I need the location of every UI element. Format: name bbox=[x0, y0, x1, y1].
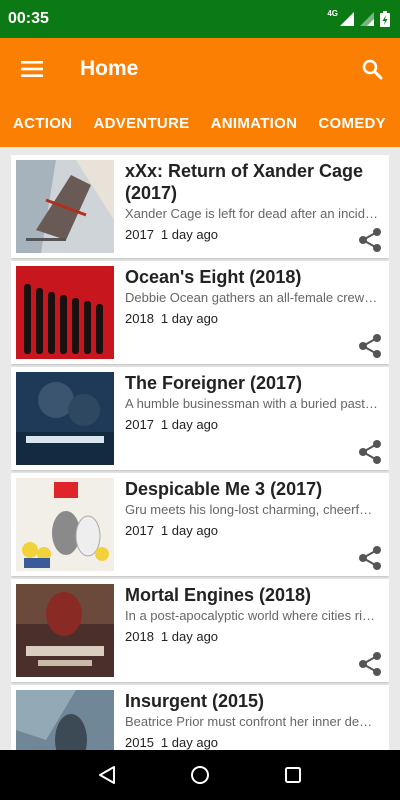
movie-year: 2017 bbox=[125, 227, 154, 242]
share-icon[interactable] bbox=[357, 439, 383, 465]
tab-adventure[interactable]: ADVENTURE bbox=[93, 115, 189, 132]
status-icons: 4G bbox=[327, 8, 390, 27]
movie-list[interactable]: xXx: Return of Xander Cage (2017) Xander… bbox=[11, 155, 389, 750]
posted-time: 1 day ago bbox=[160, 417, 219, 432]
movie-title: xXx: Return of Xander Cage (2017) bbox=[125, 161, 364, 203]
system-nav-bar bbox=[0, 750, 400, 800]
home-circle-icon bbox=[190, 766, 209, 784]
movie-card[interactable]: xXx: Return of Xander Cage (2017) Xander… bbox=[11, 155, 389, 258]
movie-poster bbox=[16, 690, 114, 750]
movie-card[interactable]: The Foreigner (2017) A humble businessma… bbox=[11, 367, 389, 470]
movie-card[interactable]: Mortal Engines (2018) In a post-apocalyp… bbox=[11, 579, 389, 682]
movie-title: Insurgent (2015) bbox=[125, 691, 265, 711]
signal-weak-icon bbox=[360, 12, 374, 26]
movie-year: 2018 bbox=[125, 311, 154, 326]
movie-poster bbox=[16, 478, 114, 571]
movie-description: Xander Cage is left for dead after an in… bbox=[125, 206, 379, 221]
app-bar: Home bbox=[0, 38, 400, 100]
share-icon[interactable] bbox=[357, 651, 383, 677]
movie-year: 2017 bbox=[125, 523, 154, 538]
movie-poster bbox=[16, 266, 114, 359]
tab-animation[interactable]: ANIMATION bbox=[211, 115, 298, 132]
back-button[interactable] bbox=[87, 755, 127, 795]
movie-description: A humble businessman with a buried past … bbox=[125, 396, 379, 411]
movie-poster bbox=[16, 584, 114, 677]
posted-time: 1 day ago bbox=[160, 311, 219, 326]
movie-card[interactable]: Ocean's Eight (2018) Debbie Ocean gather… bbox=[11, 261, 389, 364]
movie-description: Debbie Ocean gathers an all-female crew … bbox=[125, 290, 379, 305]
status-time: 00:35 bbox=[8, 10, 49, 27]
movie-title: Ocean's Eight (2018) bbox=[125, 267, 302, 287]
movie-title: Mortal Engines (2018) bbox=[125, 585, 312, 605]
status-bar: 00:35 4G bbox=[0, 0, 400, 38]
search-icon bbox=[362, 59, 382, 79]
back-triangle-icon bbox=[98, 766, 115, 784]
movie-poster bbox=[16, 372, 114, 465]
home-button[interactable] bbox=[180, 755, 220, 795]
tab-comedy[interactable]: COMEDY bbox=[318, 115, 386, 132]
movie-description: In a post-apocalyptic world where cities… bbox=[125, 608, 379, 623]
movie-poster bbox=[16, 160, 114, 253]
battery-charging-icon bbox=[380, 11, 390, 27]
movie-card[interactable]: Despicable Me 3 (2017) Gru meets his lon… bbox=[11, 473, 389, 576]
movie-year: 2015 bbox=[125, 735, 154, 750]
posted-time: 1 day ago bbox=[160, 227, 219, 242]
recents-button[interactable] bbox=[273, 755, 313, 795]
posted-time: 1 day ago bbox=[160, 629, 219, 644]
movie-year: 2018 bbox=[125, 629, 154, 644]
tab-action[interactable]: ACTION bbox=[13, 115, 72, 132]
share-icon[interactable] bbox=[357, 227, 383, 253]
page-title: Home bbox=[80, 57, 139, 80]
recents-square-icon bbox=[285, 767, 302, 783]
movie-description: Gru meets his long-lost charming, cheerf… bbox=[125, 502, 379, 517]
movie-year: 2017 bbox=[125, 417, 154, 432]
movie-title: The Foreigner (2017) bbox=[125, 373, 303, 393]
share-icon[interactable] bbox=[357, 333, 383, 359]
movie-card[interactable]: Insurgent (2015) Beatrice Prior must con… bbox=[11, 685, 389, 750]
category-tab-bar: ACTION ADVENTURE ANIMATION COMEDY bbox=[0, 100, 400, 147]
network-type-label: 4G bbox=[327, 8, 338, 18]
menu-button[interactable] bbox=[0, 38, 64, 100]
movie-description: Beatrice Prior must confront her inner d… bbox=[125, 714, 379, 729]
search-button[interactable] bbox=[344, 38, 400, 100]
share-icon[interactable] bbox=[357, 545, 383, 571]
posted-time: 1 day ago bbox=[160, 735, 219, 750]
hamburger-menu-icon bbox=[21, 61, 43, 77]
posted-time: 1 day ago bbox=[160, 523, 219, 538]
movie-title: Despicable Me 3 (2017) bbox=[125, 479, 323, 499]
signal-icon bbox=[340, 12, 354, 26]
